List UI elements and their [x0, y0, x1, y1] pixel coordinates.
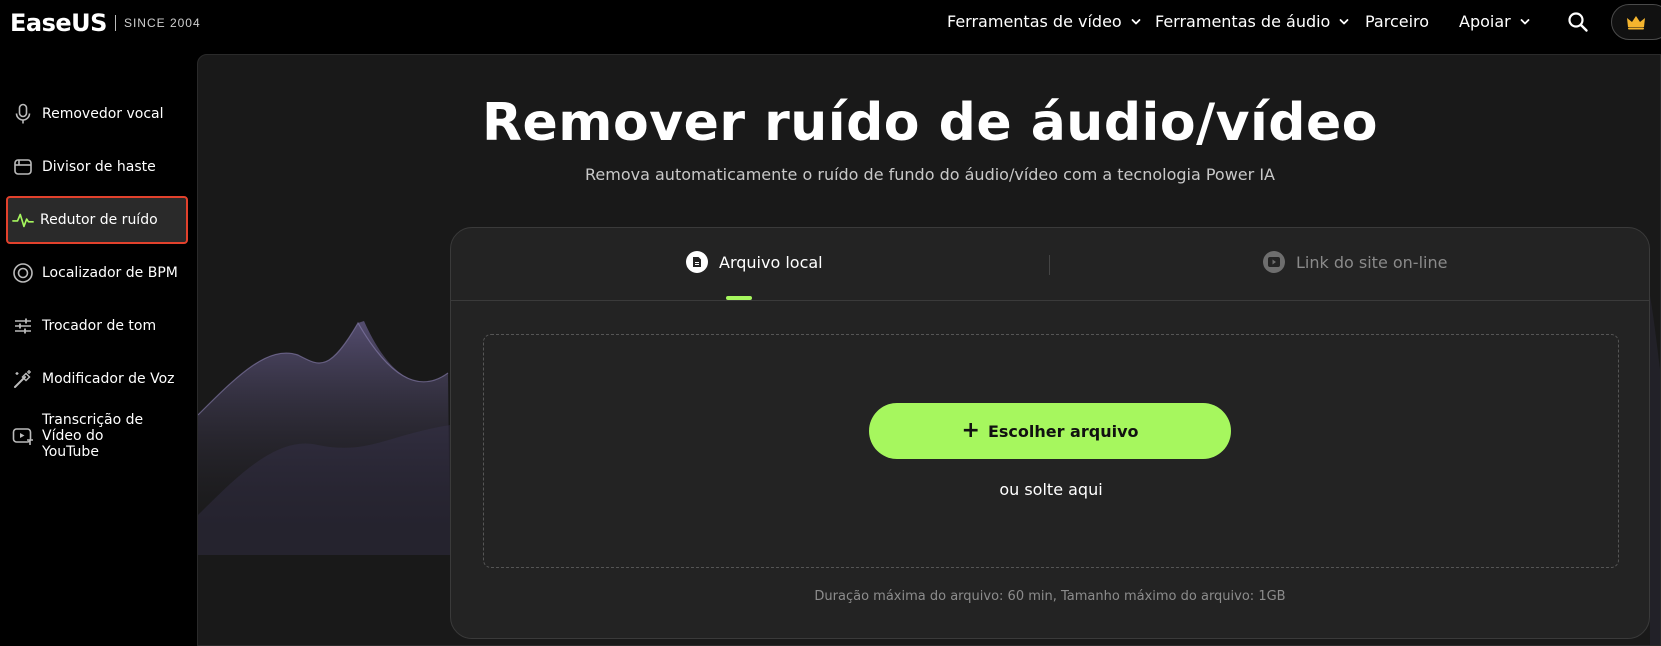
sidebar-item-label: Redutor de ruído: [40, 212, 158, 228]
crown-icon: [1627, 16, 1645, 30]
main-panel: Remover ruído de áudio/vídeo Remova auto…: [197, 54, 1661, 646]
logo-divider: [114, 15, 116, 31]
logo-since-text: SINCE 2004: [123, 16, 201, 30]
sidebar-item-label: Trocador de tom: [42, 318, 157, 334]
stem-split-icon: [12, 156, 34, 178]
sidebar-item-vocal-remover[interactable]: Removedor vocal: [6, 90, 188, 138]
tab-divider: [1049, 255, 1050, 275]
sidebar-item-noise-reducer[interactable]: Redutor de ruído: [6, 196, 188, 244]
nav-item-label: Parceiro: [1365, 12, 1430, 31]
sliders-icon: [12, 315, 34, 337]
top-navigation: EaseUS SINCE 2004 Ferramentas de vídeo F…: [0, 0, 1661, 48]
play-link-icon: [1263, 251, 1285, 273]
chevron-down-icon: [1131, 18, 1141, 24]
microphone-icon: [12, 103, 34, 125]
sidebar-item-youtube-transcription[interactable]: Transcrição de Vídeo do YouTube: [6, 408, 188, 464]
search-icon[interactable]: [1567, 11, 1589, 33]
source-tabs: Arquivo local Link do site on-line: [451, 228, 1649, 301]
tab-local-file[interactable]: Arquivo local: [685, 250, 823, 274]
tab-label: Arquivo local: [719, 252, 823, 272]
sidebar-item-bpm-finder[interactable]: Localizador de BPM: [6, 249, 188, 297]
pulse-wave-icon: [12, 209, 34, 231]
drop-hint: ou solte aqui: [999, 480, 1103, 499]
video-transcript-icon: [12, 425, 34, 447]
sidebar-item-voice-modifier[interactable]: Modificador de Voz: [6, 355, 188, 403]
choose-file-button[interactable]: + Escolher arquivo: [869, 403, 1231, 459]
nav-item-support[interactable]: Apoiar: [1459, 12, 1530, 31]
magic-wand-icon: [12, 368, 34, 390]
logo-text: EaseUS: [10, 9, 107, 37]
file-icon: [686, 251, 708, 273]
sidebar-item-stem-splitter[interactable]: Divisor de haste: [6, 143, 188, 191]
nav-item-label: Apoiar: [1459, 12, 1511, 31]
bpm-icon: [12, 262, 34, 284]
upload-card: Arquivo local Link do site on-line + Esc…: [450, 227, 1650, 639]
sidebar-item-label: Modificador de Voz: [42, 371, 175, 387]
nav-item-label: Ferramentas de áudio: [1155, 12, 1331, 31]
tab-online-link[interactable]: Link do site on-line: [1262, 250, 1447, 274]
sidebar-item-label: Removedor vocal: [42, 106, 164, 122]
sidebar-item-pitch-changer[interactable]: Trocador de tom: [6, 302, 188, 350]
page-title: Remover ruído de áudio/vídeo: [481, 93, 1379, 153]
page-subtitle: Remova automaticamente o ruído de fundo …: [585, 165, 1275, 184]
active-tab-indicator: [726, 296, 752, 300]
tab-label: Link do site on-line: [1296, 252, 1448, 272]
chevron-down-icon: [1520, 18, 1530, 24]
plus-icon: +: [961, 418, 980, 443]
premium-button[interactable]: [1611, 4, 1661, 40]
choose-file-label: Escolher arquivo: [987, 421, 1139, 441]
nav-item-video-tools[interactable]: Ferramentas de vídeo: [947, 12, 1141, 31]
chevron-down-icon: [1339, 18, 1349, 24]
nav-item-partner[interactable]: Parceiro: [1365, 12, 1429, 31]
sidebar-item-label: Divisor de haste: [42, 159, 156, 175]
file-limits-note: Duração máxima do arquivo: 60 min, Taman…: [814, 589, 1286, 604]
sidebar-item-label: Localizador de BPM: [42, 265, 178, 281]
file-dropzone[interactable]: + Escolher arquivo ou solte aqui: [483, 334, 1619, 568]
brand-logo[interactable]: EaseUS SINCE 2004: [10, 9, 201, 37]
nav-item-label: Ferramentas de vídeo: [947, 12, 1122, 31]
sidebar-item-label: Transcrição de Vídeo do YouTube: [42, 412, 144, 460]
nav-item-audio-tools[interactable]: Ferramentas de áudio: [1155, 12, 1349, 31]
